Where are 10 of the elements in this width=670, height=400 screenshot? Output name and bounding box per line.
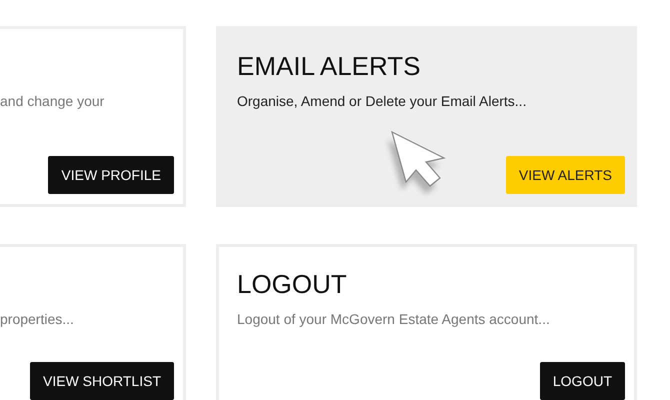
card-description: and change your [0, 92, 106, 111]
card-button[interactable]: VIEW SHORTLIST [30, 362, 174, 400]
card-button[interactable]: VIEW ALERTS [506, 156, 625, 194]
card-title: EMAIL ALERTS [237, 50, 422, 82]
card-title: LOGOUT [237, 268, 348, 300]
card-button[interactable]: LOGOUT [540, 362, 625, 400]
card-button[interactable]: VIEW PROFILE [48, 156, 174, 194]
card-description: Organise, Amend or Delete your Email Alerts... [237, 92, 528, 111]
card-description: Logout of your McGovern Estate Agents account... [237, 310, 551, 329]
card-description: properties... [0, 310, 75, 329]
